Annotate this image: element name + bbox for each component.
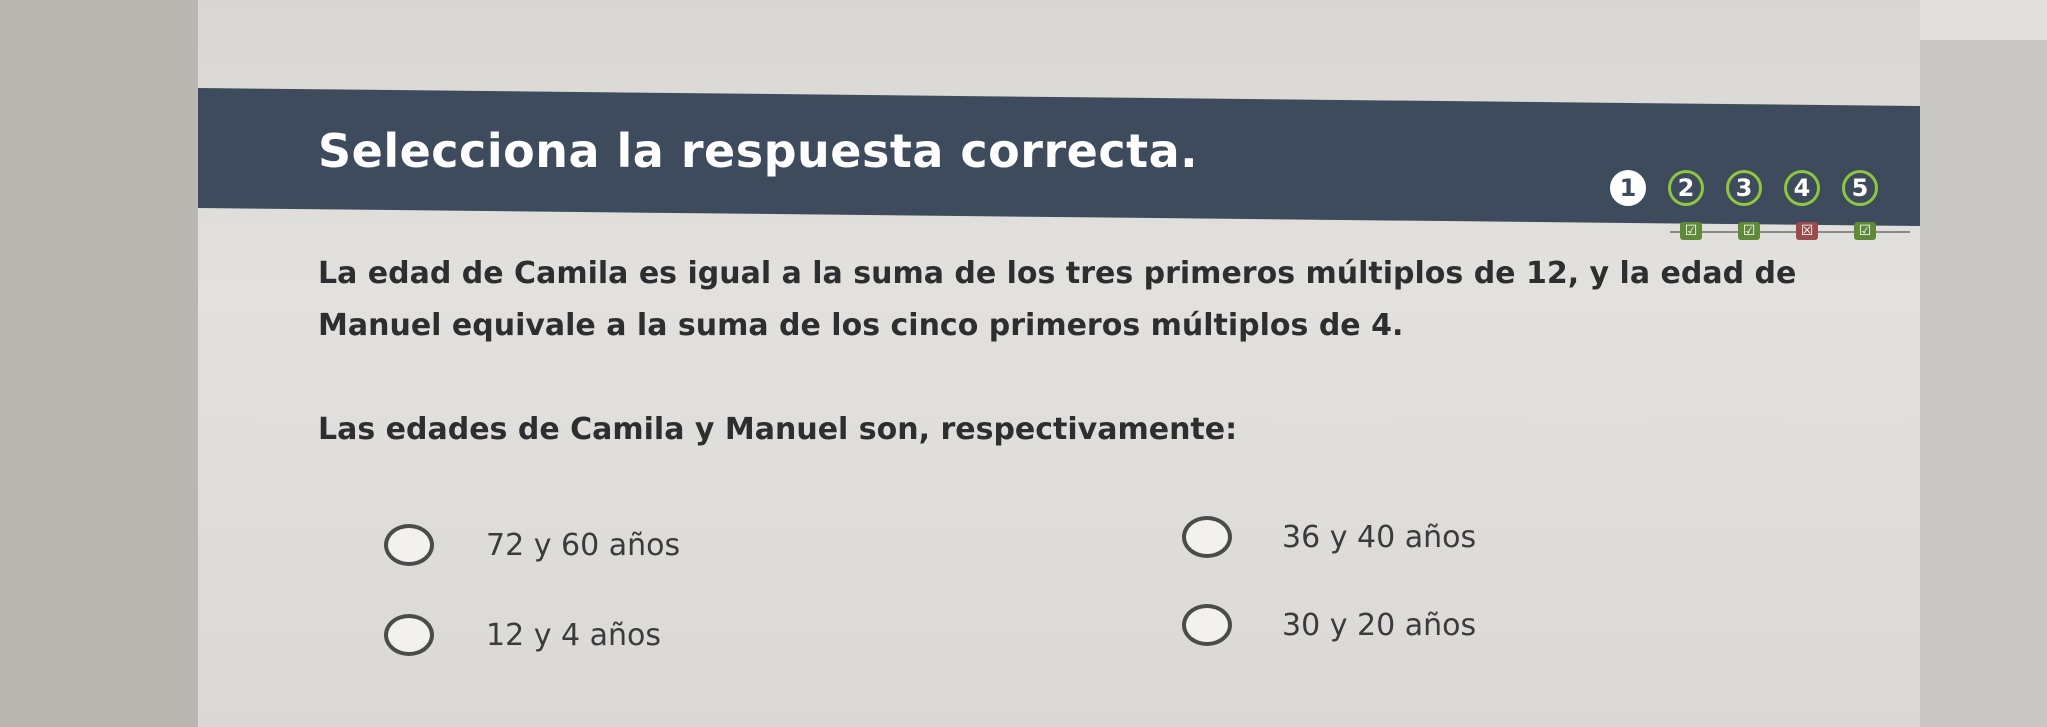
step-2[interactable]: 2 [1668, 170, 1704, 206]
option-label: 72 y 60 años [486, 527, 681, 563]
radio-button[interactable] [384, 614, 434, 656]
option-label: 12 y 4 años [486, 617, 662, 653]
step-1[interactable]: 1 [1610, 170, 1646, 206]
cross-icon: ☒ [1796, 222, 1818, 240]
radio-button[interactable] [1182, 516, 1232, 558]
statement-line-1: La edad de Camila es igual a la suma de … [318, 256, 1797, 291]
radio-button[interactable] [384, 524, 434, 566]
step-3[interactable]: 3 [1726, 170, 1762, 206]
question-statement: La edad de Camila es igual a la suma de … [318, 248, 1818, 352]
check-icon: ☑ [1680, 222, 1702, 240]
step-4[interactable]: 4 [1784, 170, 1820, 206]
page-title: Selecciona la respuesta correcta. [318, 124, 1199, 178]
option-label: 30 y 20 años [1282, 607, 1477, 643]
check-icon: ☑ [1738, 222, 1760, 240]
screen-right-edge [1920, 40, 2047, 727]
check-icon: ☑ [1854, 222, 1876, 240]
answer-option-4[interactable]: 30 y 20 años [1182, 604, 1476, 646]
answer-option-1[interactable]: 72 y 60 años [384, 524, 680, 566]
radio-button[interactable] [1182, 604, 1232, 646]
option-label: 36 y 40 años [1282, 519, 1477, 555]
step-5[interactable]: 5 [1842, 170, 1878, 206]
question-progress: 1 2 3 4 5 [1610, 160, 1878, 216]
question-prompt: Las edades de Camila y Manuel son, respe… [318, 412, 1238, 447]
answer-option-3[interactable]: 12 y 4 años [384, 614, 661, 656]
answer-option-2[interactable]: 36 y 40 años [1182, 516, 1476, 558]
statement-line-2: Manuel equivale a la suma de los cinco p… [318, 308, 1404, 343]
answer-status-marks: ☑ ☑ ☒ ☑ [1680, 222, 1876, 240]
